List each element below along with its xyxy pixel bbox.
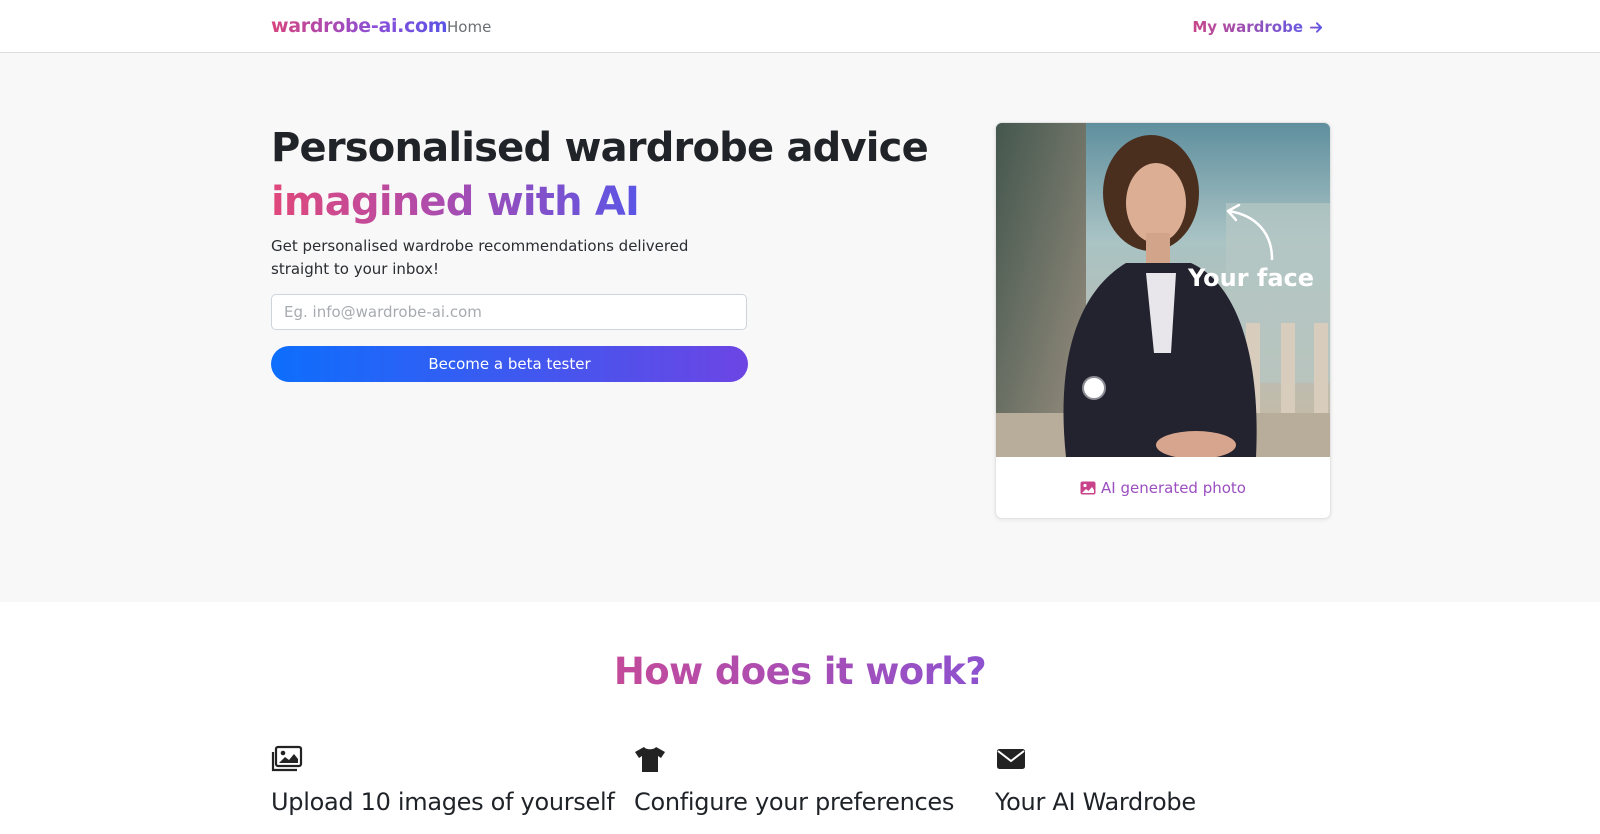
envelope-icon bbox=[997, 749, 1025, 769]
hero-title: Personalised wardrobe advice bbox=[271, 125, 929, 171]
feature-configure-preferences: Configure your preferences bbox=[634, 745, 974, 816]
your-face-overlay: Your face bbox=[1187, 264, 1314, 292]
images-icon bbox=[271, 745, 303, 772]
my-wardrobe-link[interactable]: My wardrobe bbox=[1192, 18, 1324, 36]
feature-title: Your AI Wardrobe bbox=[995, 788, 1196, 816]
card-footer: AI generated photo bbox=[996, 457, 1330, 518]
become-beta-tester-button[interactable]: Become a beta tester bbox=[271, 346, 748, 382]
ai-photo-card: Your face AI generated photo bbox=[995, 122, 1331, 519]
tshirt-icon bbox=[635, 747, 665, 772]
hero-subtitle: Get personalised wardrobe recommendation… bbox=[271, 237, 689, 278]
image-icon bbox=[1080, 481, 1096, 494]
brand-logo-link[interactable]: wardrobe-ai.com bbox=[271, 15, 448, 37]
nav-home-link[interactable]: Home bbox=[447, 18, 491, 36]
how-it-works-heading: How does it work? bbox=[613, 650, 987, 693]
hero-title-highlight: imagined with AI bbox=[271, 179, 640, 225]
email-input[interactable] bbox=[271, 294, 747, 330]
arrow-right-icon bbox=[1309, 21, 1323, 33]
feature-upload-images: Upload 10 images of yourself bbox=[271, 745, 615, 816]
ai-generated-photo-label: AI generated photo bbox=[1101, 478, 1246, 497]
ai-generated-photo: Your face bbox=[996, 123, 1330, 457]
feature-ai-wardrobe: Your AI Wardrobe bbox=[995, 745, 1335, 816]
top-navbar: wardrobe-ai.com Home My wardrobe bbox=[0, 0, 1600, 53]
feature-title: Configure your preferences bbox=[634, 788, 955, 816]
my-wardrobe-label: My wardrobe bbox=[1192, 18, 1303, 36]
feature-title: Upload 10 images of yourself bbox=[271, 788, 615, 816]
